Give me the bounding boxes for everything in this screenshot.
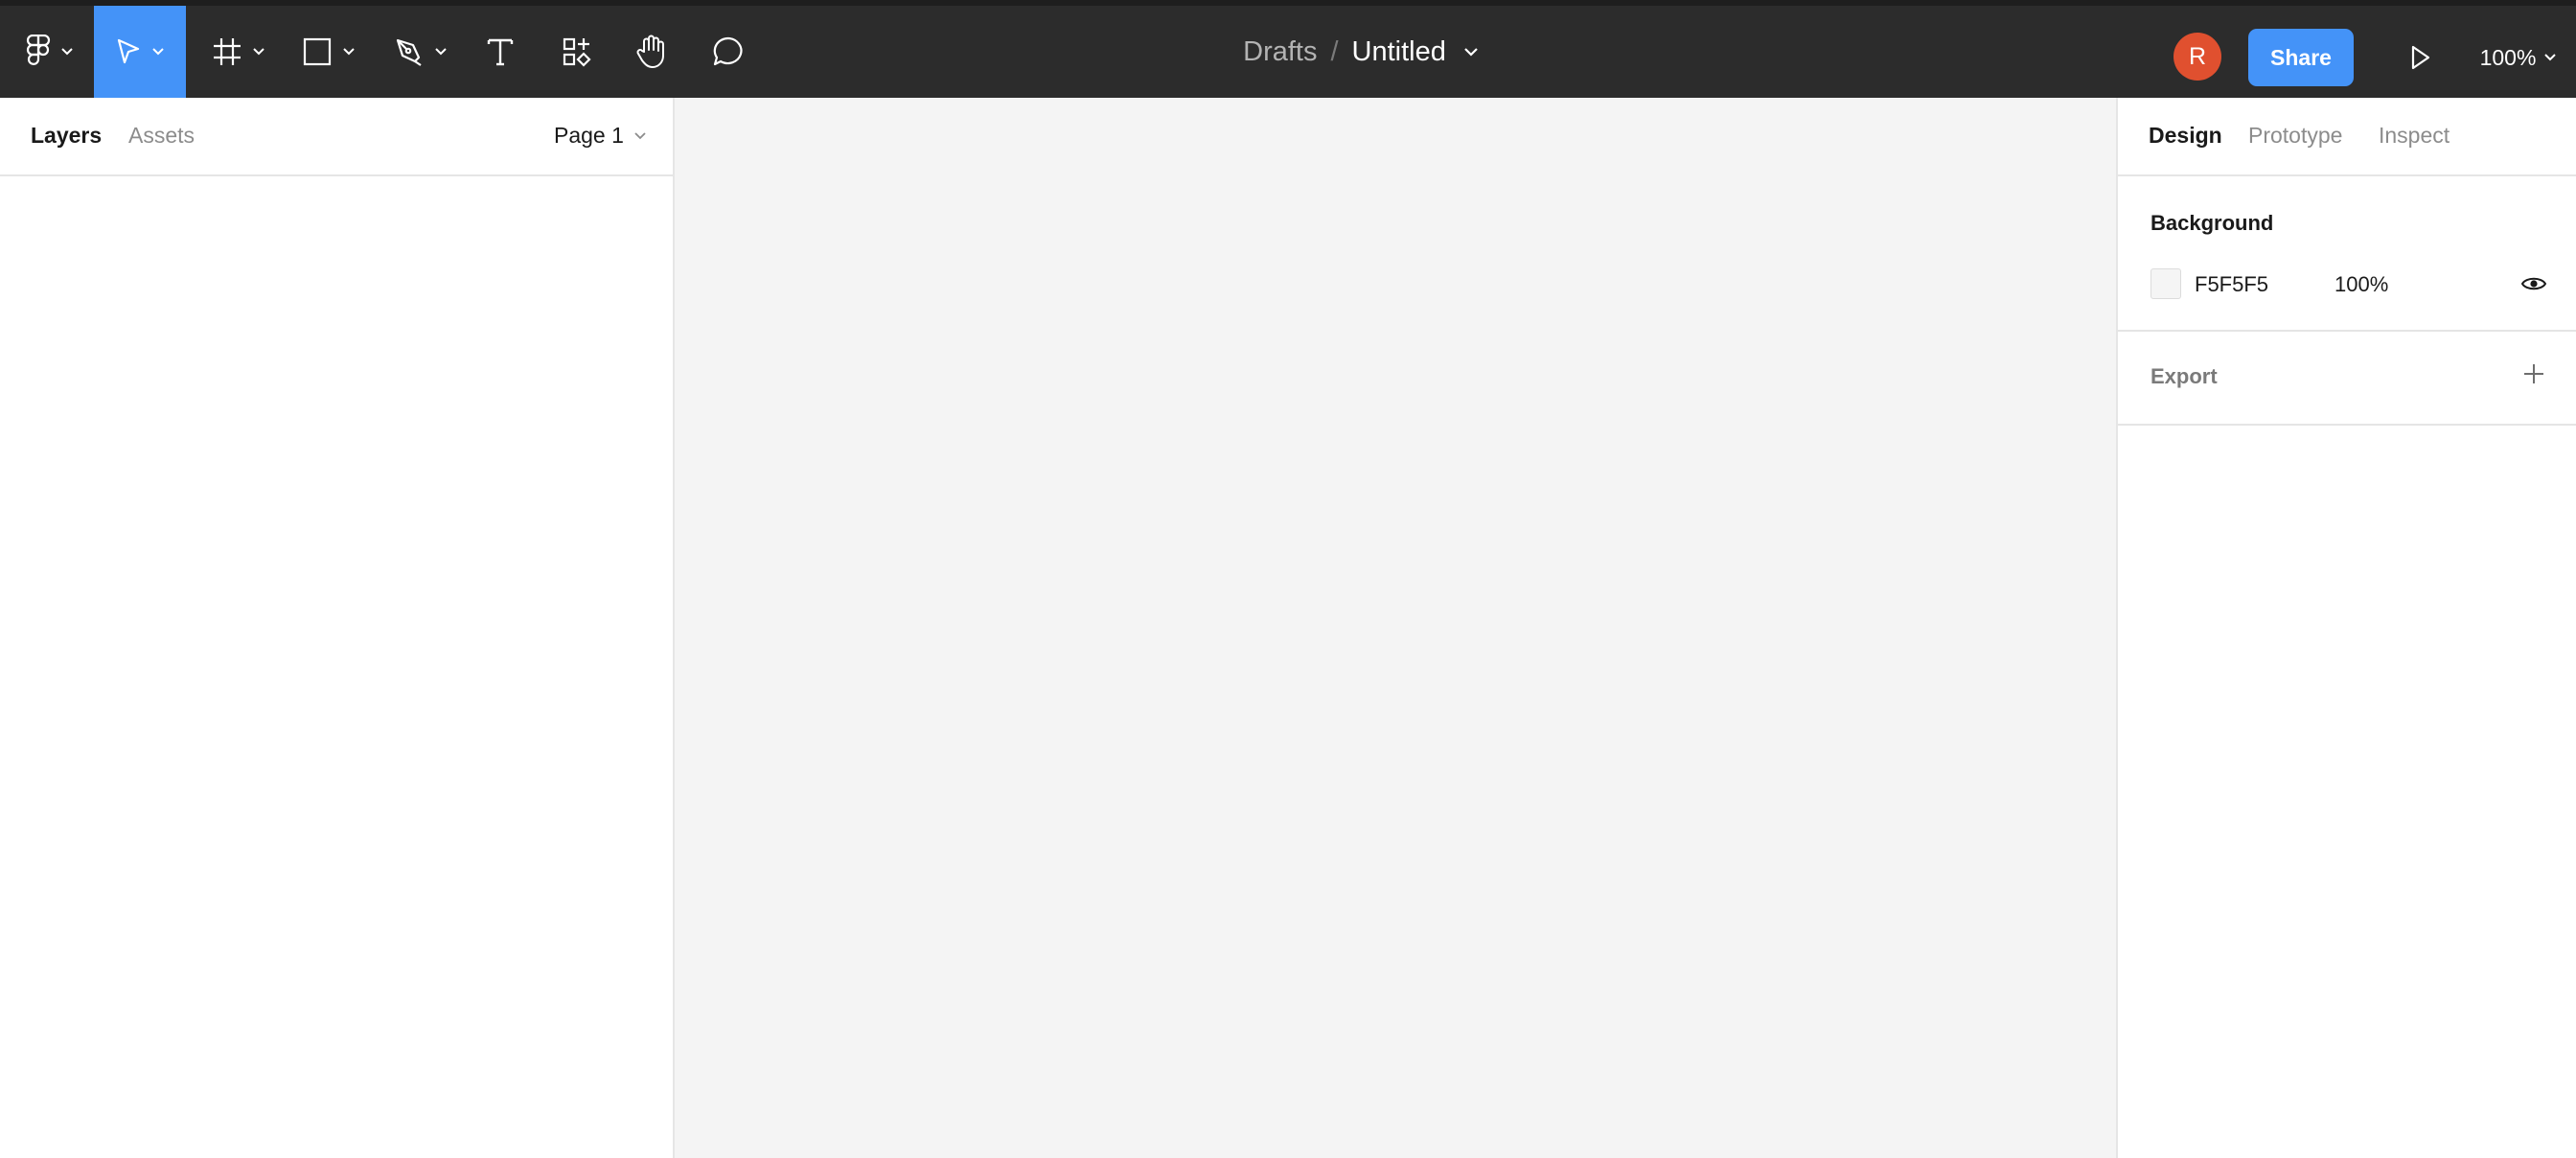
canvas-area[interactable] xyxy=(675,98,2116,1158)
hand-tool-button[interactable] xyxy=(627,6,677,98)
tab-prototype[interactable]: Prototype xyxy=(2248,123,2342,149)
left-sidebar: Layers Assets Page 1 xyxy=(0,98,675,1158)
hand-icon xyxy=(636,35,664,68)
figma-logo-icon xyxy=(26,35,51,65)
shape-tool-button[interactable] xyxy=(293,6,364,98)
pen-icon xyxy=(396,38,422,66)
background-section-title: Background xyxy=(2150,211,2274,235)
tab-assets[interactable]: Assets xyxy=(128,123,195,149)
tab-design[interactable]: Design xyxy=(2149,123,2222,149)
section-divider xyxy=(2118,424,2576,426)
chevron-down-icon xyxy=(253,48,264,56)
rectangle-icon xyxy=(303,37,332,66)
chevron-down-icon xyxy=(152,48,164,56)
left-panel-header: Layers Assets Page 1 xyxy=(0,98,673,176)
text-icon xyxy=(487,38,514,66)
export-section-title: Export xyxy=(2150,364,2218,388)
frame-tool-button[interactable] xyxy=(203,6,274,98)
page-label: Page 1 xyxy=(554,123,624,148)
share-button[interactable]: Share xyxy=(2248,29,2354,86)
tab-inspect[interactable]: Inspect xyxy=(2379,123,2450,149)
breadcrumb-drafts-link[interactable]: Drafts xyxy=(1243,36,1317,68)
figma-editor: Drafts / Untitled R Share 100% Layers As… xyxy=(0,0,2576,1158)
resources-tool-button[interactable] xyxy=(552,6,602,98)
background-color-swatch[interactable] xyxy=(2150,268,2181,299)
tab-layers[interactable]: Layers xyxy=(31,123,102,149)
top-toolbar: Drafts / Untitled R Share 100% xyxy=(0,0,2576,98)
right-panel-header: Design Prototype Inspect xyxy=(2118,98,2576,176)
properties-panel: Design Prototype Inspect Background F5F5… xyxy=(2116,98,2576,1158)
chevron-down-icon[interactable] xyxy=(1463,47,1479,57)
main-menu-button[interactable] xyxy=(13,6,86,98)
layers-list xyxy=(0,178,673,1158)
add-export-button[interactable] xyxy=(2518,359,2549,389)
toggle-visibility-button[interactable] xyxy=(2517,268,2551,299)
cursor-arrow-icon xyxy=(117,38,140,64)
move-tool-button[interactable] xyxy=(94,6,186,98)
comment-bubble-icon xyxy=(713,36,743,66)
breadcrumb: Drafts / Untitled xyxy=(1217,6,1505,98)
chevron-down-icon xyxy=(343,48,355,56)
frame-grid-icon xyxy=(214,38,241,65)
chevron-down-icon xyxy=(2544,54,2557,61)
section-divider xyxy=(2118,330,2576,332)
pen-tool-button[interactable] xyxy=(385,6,456,98)
eye-icon xyxy=(2520,277,2547,290)
chevron-down-icon xyxy=(435,48,447,56)
comment-tool-button[interactable] xyxy=(703,6,753,98)
play-icon xyxy=(2411,45,2430,70)
breadcrumb-separator: / xyxy=(1330,35,1339,67)
file-title[interactable]: Untitled xyxy=(1352,36,1446,68)
present-button[interactable] xyxy=(2394,29,2448,86)
background-hex-input[interactable]: F5F5F5 xyxy=(2195,272,2268,297)
chevron-down-icon xyxy=(61,48,73,56)
background-opacity-input[interactable]: 100% xyxy=(2334,272,2388,297)
text-tool-button[interactable] xyxy=(475,6,525,98)
chevron-down-icon xyxy=(634,131,646,139)
plus-icon xyxy=(2524,364,2543,383)
page-selector[interactable]: Page 1 xyxy=(554,123,647,149)
components-icon xyxy=(563,37,591,67)
user-avatar[interactable]: R xyxy=(2174,33,2221,81)
zoom-level: 100% xyxy=(2479,44,2537,70)
zoom-dropdown[interactable]: 100% xyxy=(2471,29,2566,86)
